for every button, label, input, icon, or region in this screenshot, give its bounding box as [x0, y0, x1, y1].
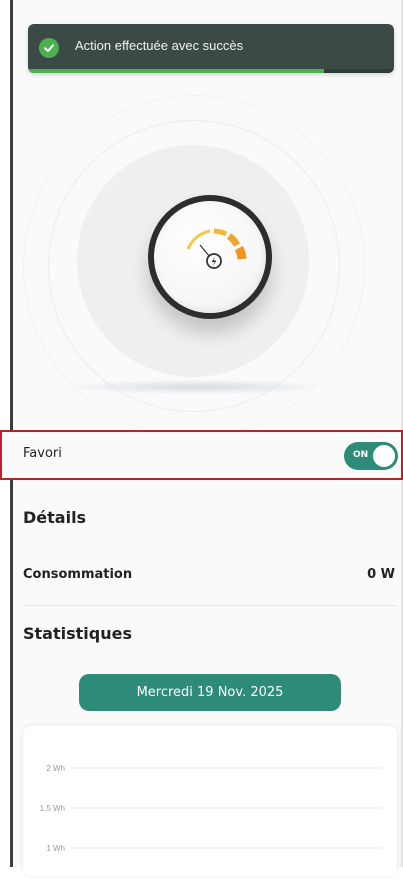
device-shadow [73, 380, 323, 394]
toast-message: Action effectuée avec succès [75, 38, 244, 53]
consumption-label: Consommation [23, 567, 133, 582]
success-toast: Action effectuée avec succès [28, 24, 394, 73]
divider [23, 605, 397, 606]
y-tick-label: 1 Wh [46, 844, 65, 853]
y-tick-label: 1.5 Wh [40, 804, 65, 813]
power-gauge-icon [186, 228, 247, 269]
favorite-toggle[interactable]: ON [344, 442, 398, 470]
device-illustration [13, 90, 401, 437]
statistics-heading: Statistiques [23, 624, 132, 643]
date-selector-button[interactable]: Mercredi 19 Nov. 2025 [79, 674, 341, 711]
check-circle-icon [39, 38, 59, 58]
toast-progress-bar [28, 69, 325, 73]
chart-canvas: 2 Wh 1.5 Wh 1 Wh [40, 764, 383, 853]
consumption-value: 0 W [367, 567, 395, 582]
details-heading: Détails [23, 508, 87, 527]
toast-progress-track [28, 69, 394, 73]
toggle-state-label: ON [353, 450, 369, 460]
favorite-label: Favori [23, 446, 62, 461]
favorite-row: Favori ON [0, 430, 403, 480]
smart-plug-image [148, 195, 272, 319]
y-tick-label: 2 Wh [46, 764, 65, 773]
toggle-knob [373, 445, 395, 467]
consumption-chart: 2 Wh 1.5 Wh 1 Wh [23, 726, 397, 876]
